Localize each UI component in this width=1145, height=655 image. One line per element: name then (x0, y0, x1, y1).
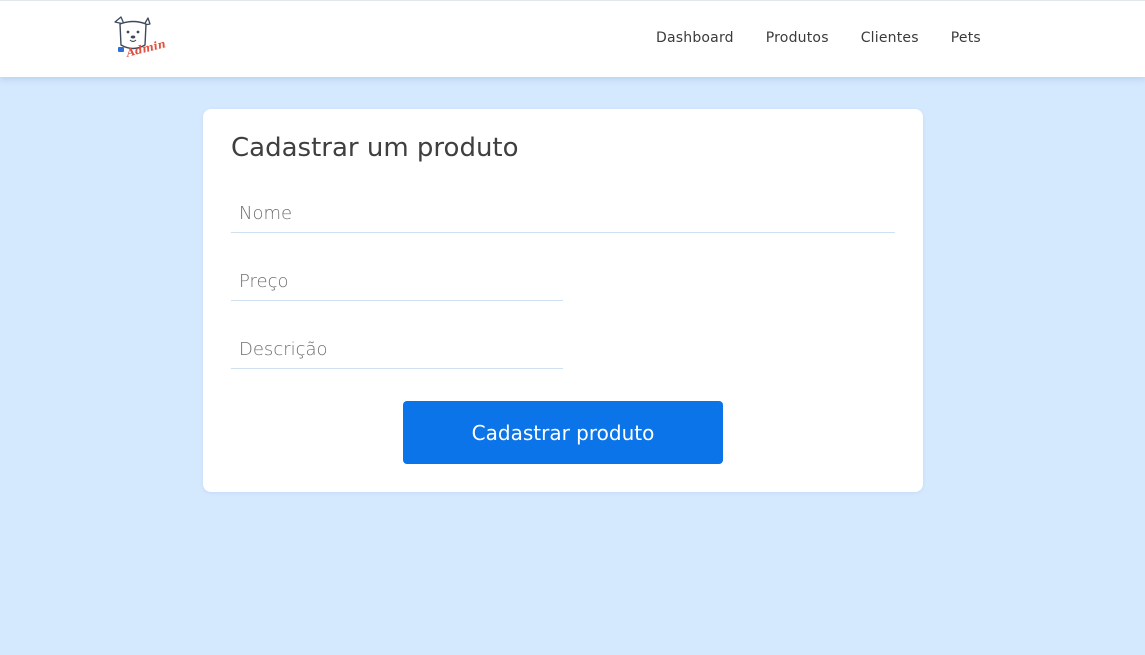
top-navbar: Admin Dashboard Produtos Clientes Pets (0, 0, 1145, 77)
descricao-input[interactable] (231, 331, 563, 369)
nav-pets[interactable]: Pets (951, 30, 981, 46)
nav-dashboard[interactable]: Dashboard (656, 30, 734, 46)
main-nav: Dashboard Produtos Clientes Pets (656, 30, 981, 46)
nome-input[interactable] (231, 195, 895, 233)
product-form-card: Cadastrar um produto Cadastrar produto (203, 109, 923, 492)
preco-input[interactable] (231, 263, 563, 301)
nav-produtos[interactable]: Produtos (766, 30, 829, 46)
admin-logo[interactable]: Admin (110, 15, 167, 63)
form-title: Cadastrar um produto (231, 133, 519, 163)
cadastrar-produto-button[interactable]: Cadastrar produto (403, 401, 723, 464)
nav-clientes[interactable]: Clientes (861, 30, 919, 46)
